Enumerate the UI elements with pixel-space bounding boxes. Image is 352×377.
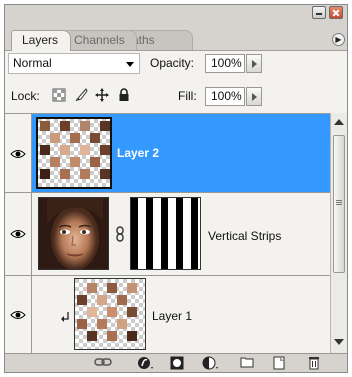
opacity-field[interactable]: 100% bbox=[205, 54, 245, 73]
lock-move-icon[interactable] bbox=[95, 88, 109, 102]
blend-mode-value: Normal bbox=[13, 56, 52, 70]
visibility-toggle[interactable] bbox=[5, 276, 32, 353]
clipping-arrow-icon bbox=[60, 310, 70, 322]
layer-row-vertical-strips[interactable]: Vertical Strips bbox=[5, 193, 330, 276]
lock-label: Lock: bbox=[11, 89, 40, 103]
layers-scrollbar[interactable] bbox=[330, 113, 347, 353]
opacity-slider-button[interactable] bbox=[246, 54, 262, 73]
layer-2-thumbnail bbox=[36, 117, 112, 189]
vertical-strips-image-thumbnail bbox=[38, 197, 109, 270]
scroll-up-icon[interactable] bbox=[334, 119, 344, 125]
new-group-icon[interactable] bbox=[240, 356, 254, 370]
opacity-label: Opacity: bbox=[150, 56, 195, 70]
adjustment-layer-icon[interactable] bbox=[202, 356, 220, 370]
tab-channels[interactable]: Channels bbox=[63, 30, 137, 50]
chevron-down-icon bbox=[126, 62, 134, 67]
lock-paint-icon[interactable] bbox=[74, 88, 88, 102]
layer-1-thumbnail bbox=[74, 278, 146, 350]
tab-layers[interactable]: Layers bbox=[11, 30, 71, 51]
layers-panel-window: Paths Channels Layers ▶ Normal Opacity: … bbox=[0, 0, 352, 377]
visibility-toggle[interactable] bbox=[5, 114, 32, 192]
lock-all-icon[interactable] bbox=[117, 88, 131, 102]
add-mask-icon[interactable] bbox=[170, 356, 184, 370]
panel-menu-icon[interactable]: ▶ bbox=[332, 33, 345, 46]
new-layer-icon[interactable] bbox=[272, 356, 286, 370]
eye-icon bbox=[10, 311, 26, 319]
fill-field[interactable]: 100% bbox=[205, 87, 245, 106]
layer-row-layer-2[interactable]: Layer 2 bbox=[5, 114, 330, 193]
scroll-down-icon[interactable] bbox=[334, 339, 344, 345]
close-icon[interactable] bbox=[329, 6, 343, 19]
layer-row-layer-1[interactable]: Layer 1 bbox=[5, 276, 330, 354]
vertical-strips-mask-thumbnail[interactable] bbox=[130, 197, 201, 270]
layer-style-icon[interactable] bbox=[137, 356, 155, 370]
fill-slider-button[interactable] bbox=[246, 87, 262, 106]
layer-name: Vertical Strips bbox=[208, 229, 282, 243]
layer-name: Layer 1 bbox=[152, 309, 193, 323]
fill-label: Fill: bbox=[178, 89, 197, 103]
minimize-icon[interactable] bbox=[312, 6, 326, 19]
eye-icon bbox=[10, 150, 26, 158]
grip-icon bbox=[336, 200, 342, 201]
scrollbar-thumb[interactable] bbox=[333, 135, 345, 273]
lock-transparent-icon[interactable] bbox=[52, 88, 66, 102]
layer-name: Layer 2 bbox=[117, 146, 160, 160]
eye-icon bbox=[10, 230, 26, 238]
tab-bar: Paths Channels Layers bbox=[5, 28, 347, 51]
link-layers-icon[interactable] bbox=[94, 356, 112, 370]
mask-link-icon[interactable] bbox=[115, 226, 125, 242]
delete-layer-icon[interactable] bbox=[307, 356, 321, 370]
visibility-toggle[interactable] bbox=[5, 193, 32, 275]
layers-list: Layer 2 Vertical Strips Layer 1 bbox=[5, 113, 330, 354]
blend-mode-select[interactable]: Normal bbox=[8, 53, 140, 74]
